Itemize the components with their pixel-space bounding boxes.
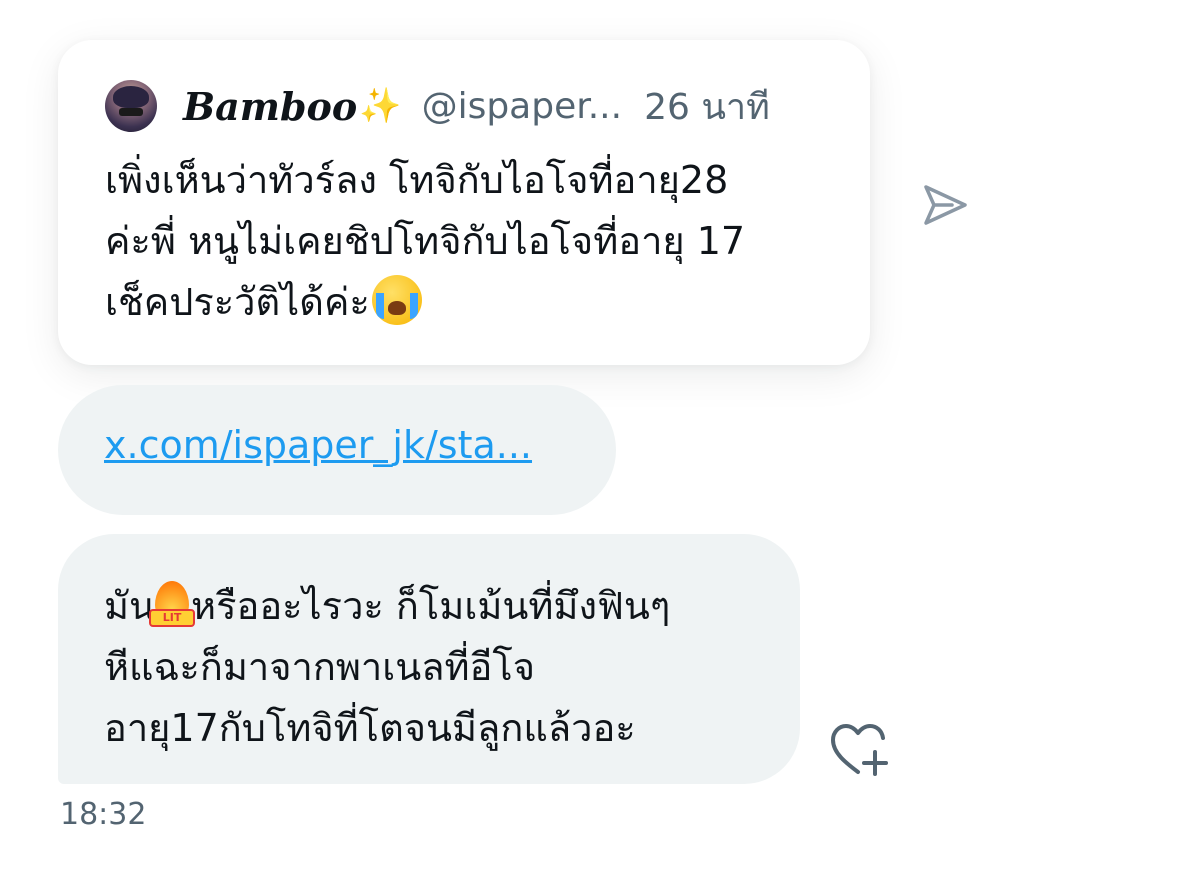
quoted-tweet-card[interactable]: Bamboo ✨ @ispaper... 26 นาที เพิ่งเห็นว่…: [58, 40, 870, 365]
message-line: หีแฉะก็มาจากพาเนลที่อีโจ: [104, 645, 536, 689]
message-line: อายุ17กับโทจิที่โตจนมีลูกแล้วอะ: [104, 706, 636, 750]
message-bubble[interactable]: มัน LIT หรืออะไรวะ ก็โมเม้นที่มึงฟินๆ หีแฉ…: [58, 534, 800, 784]
author-name[interactable]: Bamboo: [183, 84, 357, 129]
message-timestamp: 18:32: [60, 797, 147, 832]
quoted-tweet-line: เพิ่งเห็นว่าทัวร์ลง โทจิกับไอโจที่อายุ28: [105, 158, 729, 202]
message-line-start: มัน: [104, 584, 156, 628]
quoted-tweet-line-text: เช็คประวัติได้ค่ะ: [105, 280, 370, 324]
quoted-tweet-line: เช็คประวัติได้ค่ะ: [105, 272, 845, 333]
quoted-tweet-line: ค่ะพี่ หนูไม่เคยชิปโทจิกับไอโจที่อายุ 17: [105, 219, 746, 263]
lit-fire-icon: LIT: [149, 581, 196, 631]
tweet-time: 26 นาที: [644, 86, 770, 128]
dm-conversation: Bamboo ✨ @ispaper... 26 นาที เพิ่งเห็นว่…: [0, 0, 1200, 879]
quoted-tweet-text: เพิ่งเห็นว่าทัวร์ลง โทจิกับไอโจที่อายุ28…: [105, 150, 845, 333]
lit-label: LIT: [149, 609, 196, 627]
message-line-end: หรืออะไรวะ ก็โมเม้นที่มึงฟินๆ: [191, 584, 671, 628]
quoted-tweet-header: Bamboo ✨ @ispaper... 26 นาที: [105, 78, 770, 134]
send-icon[interactable]: [920, 180, 970, 230]
sparkles-icon: ✨: [359, 86, 402, 126]
shared-link[interactable]: x.com/ispaper_jk/sta...: [104, 423, 532, 467]
link-message-bubble: x.com/ispaper_jk/sta...: [58, 385, 616, 515]
loudly-crying-face-icon: [371, 275, 422, 325]
author-handle: @ispaper...: [421, 85, 623, 127]
message-line: มัน LIT หรืออะไรวะ ก็โมเม้นที่มึงฟินๆ: [104, 576, 670, 637]
heart-plus-icon[interactable]: [828, 722, 890, 778]
message-text: มัน LIT หรืออะไรวะ ก็โมเม้นที่มึงฟินๆ หีแฉ…: [104, 576, 670, 759]
avatar[interactable]: [105, 80, 157, 132]
